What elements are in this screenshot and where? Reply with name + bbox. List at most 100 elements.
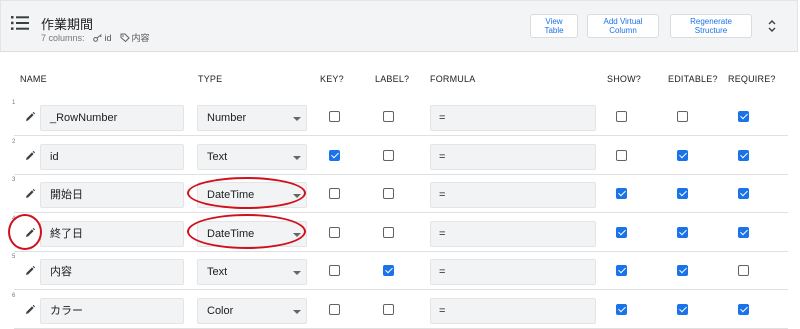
row-number: 3 xyxy=(12,177,16,183)
editable-checkbox[interactable] xyxy=(677,265,688,276)
require-checkbox[interactable] xyxy=(738,188,749,199)
column-type-value: Number xyxy=(207,112,247,124)
label-checkbox[interactable] xyxy=(383,149,394,161)
table-row: 4 終了日 DateTime = xyxy=(0,214,800,252)
table-row: 1 _RowNumber Number = xyxy=(0,98,800,136)
formula-input[interactable]: = xyxy=(430,259,596,285)
show-checkbox[interactable] xyxy=(616,149,627,161)
dropdown-caret-icon xyxy=(293,271,301,275)
show-checkbox[interactable] xyxy=(616,226,627,238)
require-checkbox[interactable] xyxy=(738,303,749,315)
editable-checkbox[interactable] xyxy=(677,111,688,122)
key-tag-label: id xyxy=(104,32,112,43)
formula-input[interactable]: = xyxy=(430,182,596,208)
show-checkbox[interactable] xyxy=(616,111,627,122)
view-table-button[interactable]: View Table xyxy=(530,14,578,38)
show-checkbox[interactable] xyxy=(616,188,627,199)
column-type-select[interactable]: Color xyxy=(197,297,307,324)
key-checkbox[interactable] xyxy=(329,226,340,238)
column-header-formula: FORMULA xyxy=(430,74,476,84)
key-checkbox[interactable] xyxy=(329,111,340,122)
label-checkbox[interactable] xyxy=(383,265,394,276)
label-tag-label: 内容 xyxy=(131,33,150,43)
formula-input[interactable]: = xyxy=(430,143,596,170)
formula-input[interactable]: = xyxy=(430,105,596,131)
column-type-value: Text xyxy=(207,266,228,278)
key-tag: id xyxy=(92,32,112,43)
label-tag: 内容 xyxy=(120,31,150,44)
label-checkbox[interactable] xyxy=(383,111,394,122)
editable-checkbox[interactable] xyxy=(677,226,688,238)
formula-input[interactable]: = xyxy=(430,297,596,324)
row-number: 5 xyxy=(12,254,16,260)
column-header-editable: EDITABLE? xyxy=(668,74,718,84)
show-checkbox[interactable] xyxy=(616,265,627,276)
column-header-name: NAME xyxy=(20,74,47,84)
label-checkbox[interactable] xyxy=(383,188,394,199)
edit-pencil-icon[interactable] xyxy=(24,111,36,123)
column-type-select[interactable]: Text xyxy=(197,143,307,170)
row-number: 2 xyxy=(12,138,16,145)
editable-checkbox[interactable] xyxy=(677,303,688,315)
require-checkbox[interactable] xyxy=(738,111,749,122)
edit-pencil-icon[interactable] xyxy=(24,188,36,200)
edit-pencil-icon[interactable] xyxy=(24,265,36,277)
edit-pencil-icon[interactable] xyxy=(24,304,36,316)
column-type-value: DateTime xyxy=(207,189,255,201)
table-row: 5 内容 Text = xyxy=(0,252,800,290)
table-row: 6 カラー Color = xyxy=(0,291,800,329)
table-header-bar: 作業期間 7 columns: id 内容 View Table Add Vir… xyxy=(0,0,798,52)
edit-pencil-icon[interactable] xyxy=(24,227,36,239)
expand-collapse-icon[interactable] xyxy=(767,19,777,33)
column-type-select[interactable]: Number xyxy=(197,105,307,131)
column-name-input[interactable]: 開始日 xyxy=(40,182,184,208)
key-checkbox[interactable] xyxy=(329,265,340,276)
key-checkbox[interactable] xyxy=(329,149,340,161)
add-virtual-column-button[interactable]: Add Virtual Column xyxy=(587,14,659,38)
formula-input[interactable]: = xyxy=(430,220,596,247)
column-type-value: DateTime xyxy=(207,227,255,240)
list-icon[interactable] xyxy=(11,15,29,31)
column-type-select[interactable]: DateTime xyxy=(197,220,307,247)
key-checkbox[interactable] xyxy=(329,303,340,315)
column-type-value: Text xyxy=(207,150,228,163)
column-type-select[interactable]: DateTime xyxy=(197,182,307,208)
column-name-input[interactable]: _RowNumber xyxy=(40,105,184,131)
label-checkbox[interactable] xyxy=(383,226,394,238)
column-header-require: REQUIRE? xyxy=(728,74,776,84)
edit-pencil-icon[interactable] xyxy=(24,150,36,162)
column-header-show: SHOW? xyxy=(607,74,642,84)
dropdown-caret-icon xyxy=(293,117,301,121)
column-name-input[interactable]: id xyxy=(40,143,184,170)
row-number: 6 xyxy=(12,292,16,299)
table-row: 3 開始日 DateTime = xyxy=(0,175,800,213)
dropdown-caret-icon xyxy=(293,194,301,198)
require-checkbox[interactable] xyxy=(738,226,749,238)
column-header-key: KEY? xyxy=(320,74,344,84)
column-type-value: Color xyxy=(207,304,234,317)
column-header-type: TYPE xyxy=(198,74,223,84)
columns-count: 7 columns: xyxy=(41,32,85,43)
key-checkbox[interactable] xyxy=(329,188,340,199)
dropdown-caret-icon xyxy=(293,309,301,314)
regenerate-structure-button[interactable]: Regenerate Structure xyxy=(670,14,752,38)
column-name-input[interactable]: 終了日 xyxy=(40,220,184,247)
row-number: 1 xyxy=(12,100,16,106)
column-type-select[interactable]: Text xyxy=(197,259,307,285)
dropdown-caret-icon xyxy=(293,155,301,160)
dropdown-caret-icon xyxy=(293,232,301,237)
label-tag-icon xyxy=(120,33,130,42)
table-meta: 7 columns: id 内容 xyxy=(41,31,150,44)
column-header-label: LABEL? xyxy=(375,74,410,84)
key-icon xyxy=(92,33,102,42)
table-row: 2 id Text = xyxy=(0,137,800,175)
row-number: 4 xyxy=(12,215,16,222)
column-name-input[interactable]: カラー xyxy=(40,297,184,324)
require-checkbox[interactable] xyxy=(738,265,749,276)
editable-checkbox[interactable] xyxy=(677,149,688,161)
require-checkbox[interactable] xyxy=(738,149,749,161)
editable-checkbox[interactable] xyxy=(677,188,688,199)
show-checkbox[interactable] xyxy=(616,303,627,315)
column-name-input[interactable]: 内容 xyxy=(40,259,184,285)
label-checkbox[interactable] xyxy=(383,303,394,315)
